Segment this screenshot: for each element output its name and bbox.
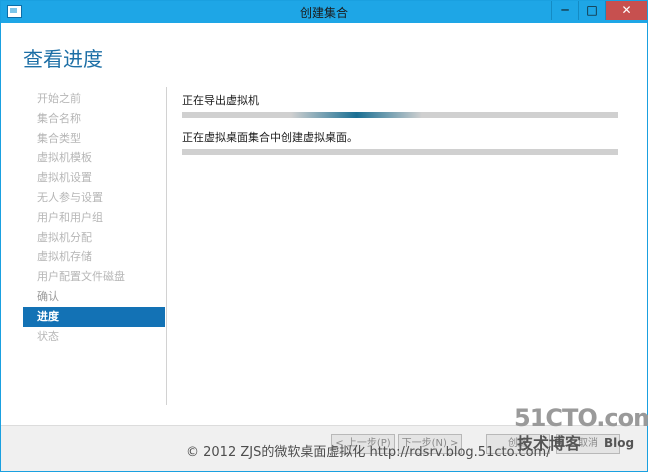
progress-content: 正在导出虚拟机 正在虚拟桌面集合中创建虚拟桌面。 (182, 93, 618, 167)
step-status: 状态 (37, 329, 59, 343)
page-title: 查看进度 (23, 47, 103, 71)
step-collection-name: 集合名称 (37, 111, 81, 125)
close-button[interactable]: ✕ (605, 1, 647, 20)
watermark-blog: Blog (604, 436, 635, 450)
step-vm-allocation: 虚拟机分配 (37, 230, 92, 244)
minimize-button[interactable]: ─ (551, 1, 578, 20)
step-before-you-begin: 开始之前 (37, 92, 81, 105)
step-user-profile-disks: 用户配置文件磁盘 (37, 270, 125, 284)
title-bar[interactable]: 创建集合 ─ □ ✕ (1, 1, 647, 23)
sidebar-divider (166, 87, 167, 405)
task-create-desktops-label: 正在虚拟桌面集合中创建虚拟桌面。 (182, 131, 358, 144)
create-collection-window: 创建集合 ─ □ ✕ 查看进度 开始之前 集合名称 集合类型 虚拟机模板 虚拟机… (0, 0, 648, 472)
task-export-vm-label: 正在导出虚拟机 (182, 94, 259, 107)
watermark-logo: 51CTO.com (514, 404, 648, 432)
step-unattended-settings: 无人参与设置 (37, 190, 103, 204)
step-progress[interactable]: 进度 (23, 306, 165, 327)
step-vm-template: 虚拟机模板 (37, 151, 92, 165)
step-vm-storage: 虚拟机存储 (37, 250, 92, 264)
step-confirmation[interactable]: 确认 (23, 287, 165, 307)
task-export-vm-progress-bar (182, 112, 618, 118)
wizard-steps-sidebar: 开始之前 集合名称 集合类型 虚拟机模板 虚拟机设置 无人参与设置 用户和用户组… (23, 89, 165, 346)
task-export-vm-progress-fill (291, 112, 422, 118)
step-collection-type: 集合类型 (37, 131, 81, 145)
task-create-desktops-progress-bar (182, 149, 618, 155)
maximize-button[interactable]: □ (578, 1, 605, 20)
step-users-groups: 用户和用户组 (37, 210, 103, 224)
copyright-watermark: © 2012 ZJS的微软桌面虚拟化 http://rdsrv.blog.51c… (186, 445, 551, 460)
wizard-header: 查看进度 (1, 23, 647, 81)
step-vm-settings: 虚拟机设置 (37, 171, 92, 185)
